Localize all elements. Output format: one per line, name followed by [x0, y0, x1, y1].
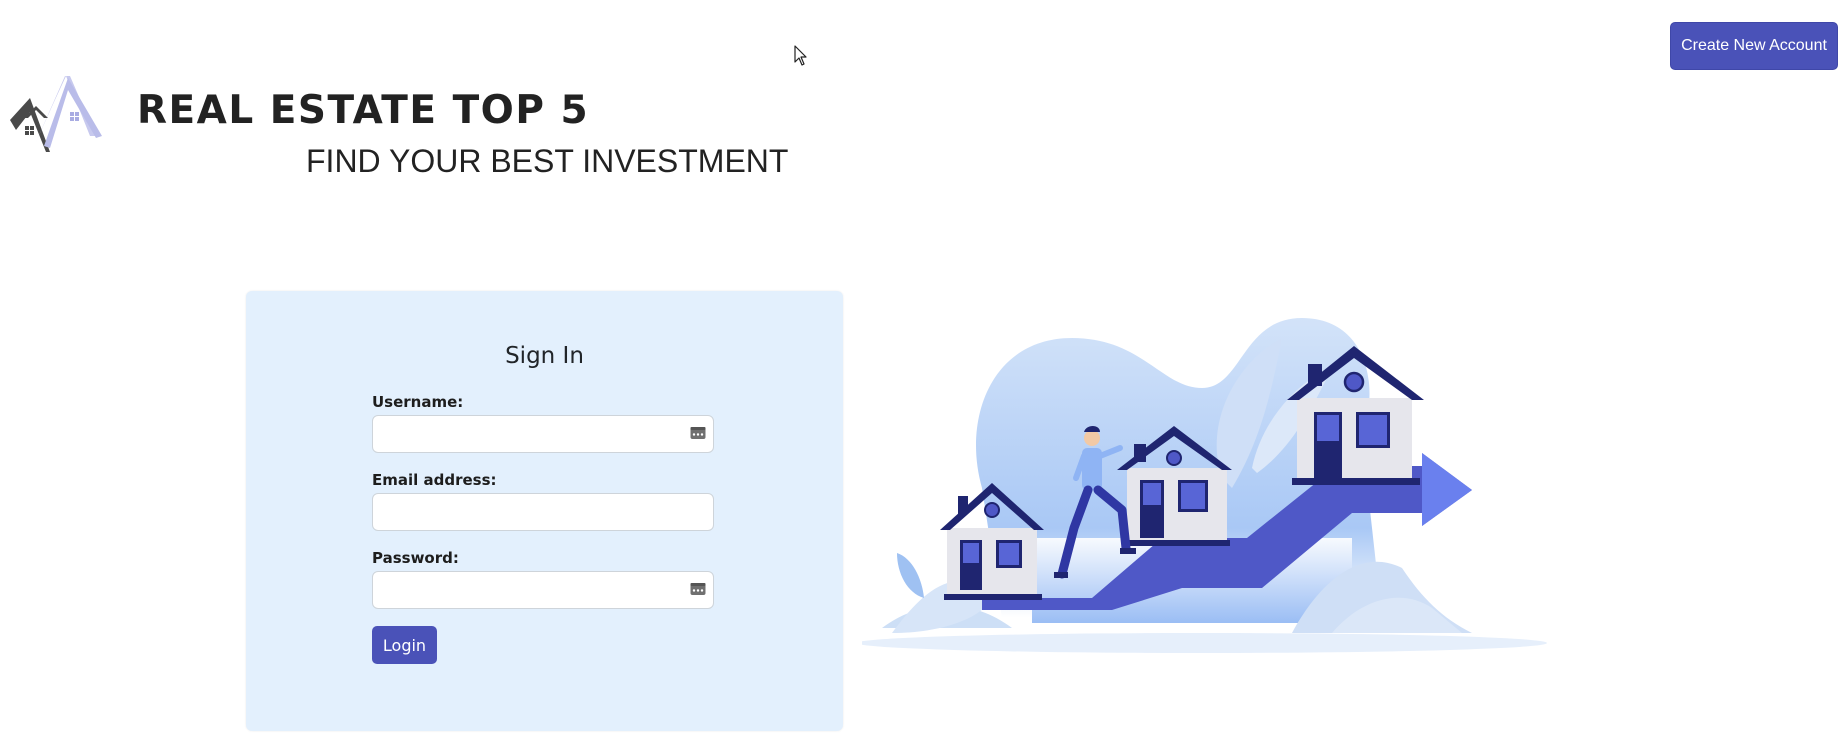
password-input[interactable] — [372, 571, 714, 609]
signin-card: Sign In Username: Email address: Passwor… — [246, 291, 843, 731]
password-wrap — [372, 571, 714, 609]
password-label: Password: — [372, 549, 459, 567]
login-button[interactable]: Login — [372, 626, 437, 664]
username-input[interactable] — [372, 415, 714, 453]
create-account-button[interactable]: Create New Account — [1670, 22, 1838, 70]
username-wrap — [372, 415, 714, 453]
autofill-key-icon[interactable] — [690, 426, 706, 440]
logo-icon — [10, 76, 102, 152]
username-group: Username: — [372, 393, 714, 471]
brand-title: REAL ESTATE TOP 5 — [137, 88, 590, 133]
houses-growth-illustration — [862, 318, 1547, 653]
signin-title: Sign In — [505, 343, 584, 369]
autofill-key-icon[interactable] — [690, 582, 706, 596]
email-label: Email address: — [372, 471, 497, 489]
email-group: Email address: — [372, 471, 714, 549]
signin-form: Username: Email address: Password: — [372, 393, 714, 627]
username-label: Username: — [372, 393, 464, 411]
brand-subtitle: FIND YOUR BEST INVESTMENT — [306, 143, 789, 179]
mouse-pointer-icon — [794, 45, 807, 66]
page: Create New Account REAL ESTATE TOP 5 FIN… — [0, 0, 1842, 744]
email-input[interactable] — [372, 493, 714, 531]
email-wrap — [372, 493, 714, 531]
password-group: Password: — [372, 549, 714, 627]
